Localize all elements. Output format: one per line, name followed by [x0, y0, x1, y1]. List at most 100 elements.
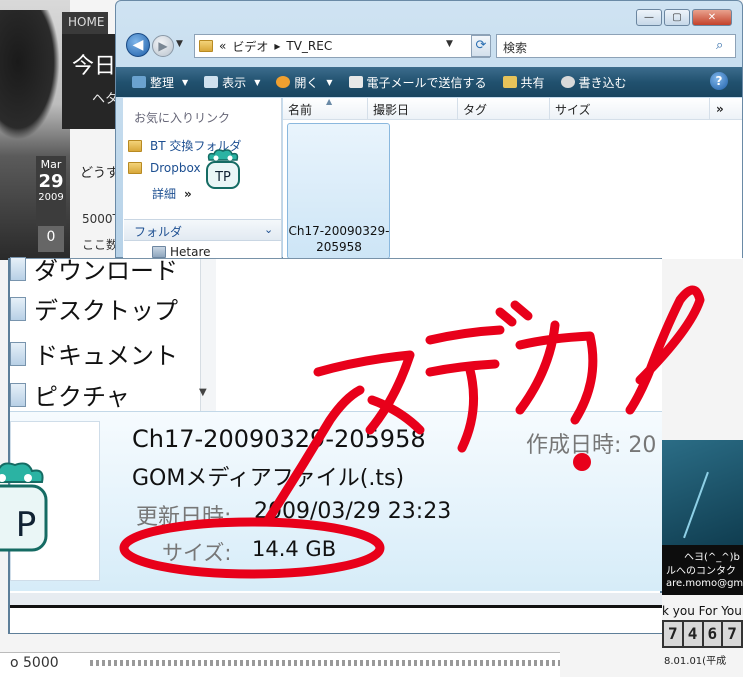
- documents-folder-icon: [10, 341, 26, 366]
- tree-item-desktop[interactable]: デスクトップ: [10, 291, 178, 326]
- toolbar-share-label: 共有: [520, 75, 545, 90]
- details-size-label: サイズ:: [162, 541, 232, 565]
- details-modified-label: 更新日時:: [136, 505, 232, 530]
- tree-item-pictures[interactable]: ピクチャ: [10, 377, 130, 412]
- breadcrumb-item-videos[interactable]: ビデオ: [232, 38, 268, 55]
- details-modified-value: 2009/03/29 23:23: [254, 499, 452, 524]
- breadcrumb-overflow[interactable]: «: [219, 39, 226, 53]
- toolbar-share[interactable]: 共有: [495, 74, 553, 91]
- forward-button[interactable]: ▶: [152, 35, 174, 57]
- counter-digit: 4: [683, 622, 702, 646]
- explorer-window: — ▢ ✕ ◀ ▶ ▼ « ビデオ ▸ TV_REC ▼ ⟳ 検索 ⌕ 整理 ▼ …: [115, 0, 743, 259]
- toolbar-open[interactable]: 開く ▼: [268, 74, 340, 91]
- chevron-down-icon[interactable]: ⌄: [264, 223, 273, 236]
- favorite-links-header: お気に入りリンク: [134, 111, 231, 125]
- post-date-month: Mar: [40, 158, 62, 171]
- back-button[interactable]: ◀: [126, 33, 150, 57]
- toolbar-open-label: 開く: [294, 75, 319, 90]
- tree-item-label: デスクトップ: [34, 297, 178, 325]
- counter-since: 8.01.01(平成: [664, 656, 727, 667]
- folder-icon: [128, 162, 142, 174]
- organize-icon: [132, 76, 146, 88]
- comment-count[interactable]: 0: [38, 226, 64, 252]
- zoom-file-area: [225, 259, 662, 411]
- counter-digit: 7: [723, 622, 741, 646]
- pictures-folder-icon: [10, 382, 26, 407]
- breadcrumb-item-tvrec[interactable]: TV_REC: [286, 39, 332, 53]
- help-button[interactable]: ?: [710, 72, 728, 90]
- favorite-label: Dropbox: [150, 161, 201, 175]
- toolbar-organize[interactable]: 整理 ▼: [124, 74, 196, 91]
- contact-link[interactable]: ルへのコンタク: [666, 562, 736, 577]
- contact-email[interactable]: are.momo@gm: [666, 578, 743, 589]
- file-name-line: Ch17-20090329-: [288, 224, 390, 238]
- tree-item-label: ピクチャ: [34, 383, 130, 411]
- search-icon[interactable]: ⌕: [716, 38, 723, 53]
- history-dropdown-icon[interactable]: ▼: [176, 39, 183, 49]
- sidebar-banner: [662, 440, 743, 548]
- command-toolbar: 整理 ▼ 表示 ▼ 開く ▼ 電子メールで送信する 共有 書き込む: [116, 67, 742, 97]
- tree-item-downloads[interactable]: ダウンロード: [10, 251, 178, 286]
- minimize-button[interactable]: —: [636, 9, 662, 26]
- double-chevron-icon: »: [184, 186, 192, 201]
- chevron-down-icon: ▼: [254, 77, 261, 87]
- forward-arrow-icon: ▶: [158, 39, 168, 53]
- downloads-folder-icon: [10, 256, 26, 281]
- views-icon: [204, 76, 219, 88]
- breadcrumb-separator[interactable]: ▸: [274, 39, 280, 53]
- file-item-name: Ch17-20090329- 205958: [288, 223, 390, 255]
- scroll-down-arrow-icon[interactable]: ▼: [199, 387, 207, 398]
- chevron-down-icon: ▼: [182, 77, 189, 87]
- column-tags[interactable]: タグ: [458, 98, 550, 119]
- column-size[interactable]: サイズ: [550, 98, 710, 119]
- thanks-text: k you For Your: [662, 604, 743, 618]
- chevron-down-icon: ▼: [326, 77, 333, 87]
- details-bottom-bar: [10, 593, 662, 605]
- post-date: Mar 29 2009: [36, 156, 66, 226]
- gom-media-file-large-icon: P: [0, 462, 48, 552]
- gom-media-file-icon: TP: [206, 149, 240, 189]
- toolbar-views[interactable]: 表示 ▼: [196, 74, 268, 91]
- details-file-name: Ch17-20090329-205958: [132, 425, 426, 453]
- burn-icon: [560, 76, 575, 88]
- maximize-button[interactable]: ▢: [664, 9, 690, 26]
- details-file-type: GOMメディアファイル(.ts): [132, 466, 405, 491]
- contact-text: ヘヨ(^_^)b: [684, 552, 740, 563]
- toolbar-burn[interactable]: 書き込む: [553, 74, 635, 91]
- footer-link-row: [90, 660, 560, 666]
- close-button[interactable]: ✕: [692, 9, 732, 26]
- tree-item-label: ドキュメント: [34, 342, 178, 370]
- toolbar-views-label: 表示: [222, 75, 247, 90]
- address-dropdown-icon[interactable]: ▼: [446, 39, 453, 49]
- toolbar-email[interactable]: 電子メールで送信する: [341, 74, 495, 91]
- gom-badge-label: TP: [214, 170, 231, 185]
- favorite-dropbox[interactable]: Dropbox: [128, 161, 201, 175]
- more-links[interactable]: 詳細 »: [152, 185, 192, 202]
- open-icon: [276, 76, 291, 88]
- zoomed-details-panel: ダウンロード デスクトップ ドキュメント ピクチャ ▼ Ch17-2009032…: [8, 256, 662, 634]
- share-icon: [502, 76, 517, 88]
- post-date-day: 29: [38, 171, 64, 192]
- desktop-folder-icon: [10, 296, 26, 321]
- folders-toggle[interactable]: フォルダ: [124, 219, 281, 241]
- home-tab[interactable]: HOME: [62, 12, 108, 34]
- tree-item-documents[interactable]: ドキュメント: [10, 336, 178, 371]
- counter-digit: 7: [664, 622, 682, 646]
- back-arrow-icon: ◀: [132, 37, 144, 53]
- refresh-button[interactable]: ⟳: [471, 35, 491, 57]
- toolbar-organize-label: 整理: [150, 75, 175, 90]
- toolbar-burn-label: 書き込む: [578, 75, 627, 90]
- post-title[interactable]: どうす: [80, 162, 119, 181]
- column-date-taken[interactable]: 撮影日: [368, 98, 458, 119]
- caption-buttons: — ▢ ✕: [636, 9, 732, 26]
- columns-more[interactable]: »: [716, 102, 724, 116]
- details-size-value: 14.4 GB: [252, 537, 337, 561]
- email-icon: [348, 76, 363, 88]
- blog-title: 今日: [72, 54, 117, 79]
- more-label: 詳細: [152, 187, 177, 201]
- tree-item-label: ダウンロード: [34, 257, 178, 285]
- taskbar-edge: [10, 605, 662, 633]
- refresh-icon: ⟳: [475, 38, 487, 53]
- footer-text: o 5000: [10, 655, 59, 671]
- search-input[interactable]: 検索: [496, 34, 736, 58]
